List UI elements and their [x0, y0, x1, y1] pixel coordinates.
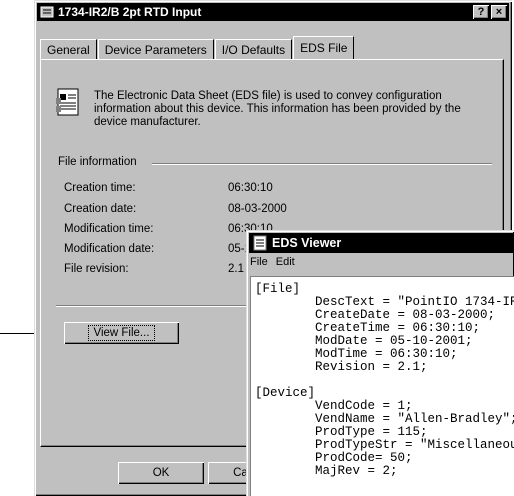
viewer-title: EDS Viewer	[272, 236, 342, 250]
row-label: Creation date:	[64, 203, 137, 215]
file-info-row: Creation date: 08-03-2000	[64, 203, 464, 217]
viewer-menubar: File Edit	[250, 256, 303, 274]
view-file-label: View File...	[88, 325, 155, 341]
menu-file[interactable]: File	[250, 256, 268, 274]
file-info-row: Creation time: 06:30:10	[64, 182, 464, 196]
document-icon	[54, 86, 84, 120]
row-label: Creation time:	[64, 182, 136, 194]
tab-eds-file[interactable]: EDS File	[293, 36, 355, 59]
view-file-button[interactable]: View File...	[64, 322, 179, 344]
viewer-text-area[interactable]: [File] DescText = "PointIO 1734-IR2/B 2p…	[250, 276, 514, 496]
row-value: 2.1	[228, 263, 244, 275]
dialog-titlebar[interactable]: 1734-IR2/B 2pt RTD Input ? ×	[37, 3, 509, 21]
tab-strip: General Device Parameters I/O Defaults E…	[40, 36, 355, 59]
row-value: 06:30:10	[228, 182, 273, 194]
eds-file-content: [File] DescText = "PointIO 1734-IR2/B 2p…	[255, 282, 514, 478]
tab-io-defaults[interactable]: I/O Defaults	[214, 39, 293, 59]
ok-button[interactable]: OK	[118, 462, 204, 484]
file-info-heading: File information	[58, 156, 137, 168]
row-label: Modification date:	[64, 243, 155, 255]
row-value: 08-03-2000	[228, 203, 287, 215]
module-icon	[40, 5, 54, 19]
dialog-title: 1734-IR2/B 2pt RTD Input	[58, 5, 202, 19]
eds-description: The Electronic Data Sheet (EDS file) is …	[94, 90, 461, 128]
tab-general[interactable]: General	[40, 39, 97, 59]
row-label: Modification time:	[64, 223, 154, 235]
group-divider	[152, 163, 492, 165]
help-button[interactable]: ?	[473, 5, 489, 19]
menu-edit[interactable]: Edit	[276, 256, 295, 274]
row-label: File revision:	[64, 263, 129, 275]
tab-device-parameters[interactable]: Device Parameters	[97, 39, 214, 59]
viewer-titlebar[interactable]: EDS Viewer	[249, 233, 514, 253]
notepad-icon	[253, 235, 267, 251]
eds-viewer-window: EDS Viewer File Edit [File] DescText = "…	[246, 230, 514, 496]
close-button[interactable]: ×	[491, 5, 507, 19]
